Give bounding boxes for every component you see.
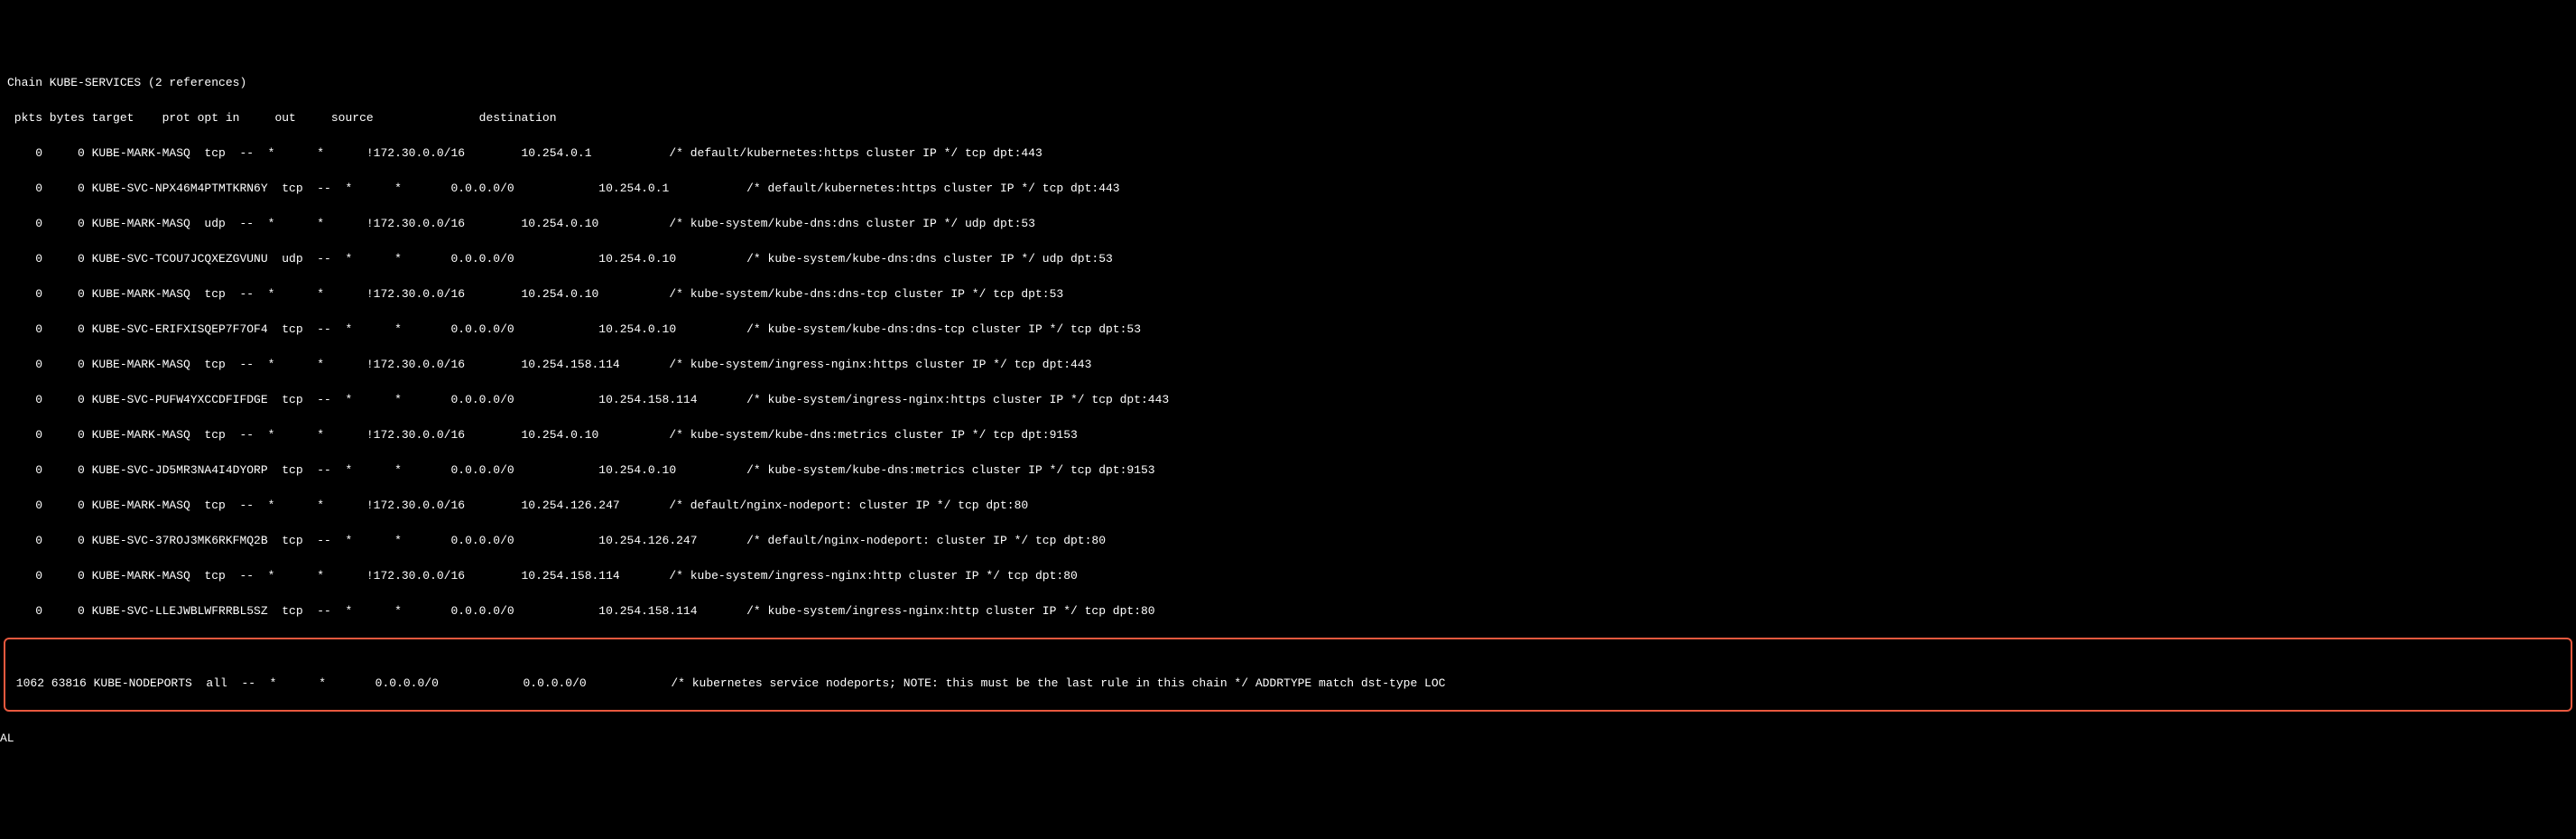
columns-header: pkts bytes target prot opt in out source…: [0, 109, 2576, 127]
table-row: 0 0 KUBE-SVC-JD5MR3NA4I4DYORP tcp -- * *…: [0, 461, 2576, 480]
highlighted-rule: 1062 63816 KUBE-NODEPORTS all -- * * 0.0…: [4, 638, 2572, 712]
table-row: 0 0 KUBE-MARK-MASQ tcp -- * * !172.30.0.…: [0, 144, 2576, 163]
table-row: 0 0 KUBE-MARK-MASQ tcp -- * * !172.30.0.…: [0, 497, 2576, 515]
table-row: 0 0 KUBE-SVC-ERIFXISQEP7F7OF4 tcp -- * *…: [0, 321, 2576, 339]
table-row: 0 0 KUBE-SVC-LLEJWBLWFRRBL5SZ tcp -- * *…: [0, 602, 2576, 620]
table-row: 0 0 KUBE-MARK-MASQ tcp -- * * !172.30.0.…: [0, 285, 2576, 303]
highlighted-row-text: 1062 63816 KUBE-NODEPORTS all -- * * 0.0…: [9, 675, 2567, 693]
table-row: 0 0 KUBE-SVC-PUFW4YXCCDFIFDGE tcp -- * *…: [0, 391, 2576, 409]
trailing-text: AL: [0, 730, 2576, 748]
table-row: 0 0 KUBE-MARK-MASQ tcp -- * * !172.30.0.…: [0, 567, 2576, 585]
table-row: 0 0 KUBE-SVC-NPX46M4PTMTKRN6Y tcp -- * *…: [0, 180, 2576, 198]
table-row: 0 0 KUBE-MARK-MASQ udp -- * * !172.30.0.…: [0, 215, 2576, 233]
table-row: 0 0 KUBE-MARK-MASQ tcp -- * * !172.30.0.…: [0, 356, 2576, 374]
table-row: 0 0 KUBE-SVC-TCOU7JCQXEZGVUNU udp -- * *…: [0, 250, 2576, 268]
table-row: 0 0 KUBE-SVC-37ROJ3MK6RKFMQ2B tcp -- * *…: [0, 532, 2576, 550]
chain-header: Chain KUBE-SERVICES (2 references): [0, 74, 2576, 92]
table-row: 0 0 KUBE-MARK-MASQ tcp -- * * !172.30.0.…: [0, 426, 2576, 444]
